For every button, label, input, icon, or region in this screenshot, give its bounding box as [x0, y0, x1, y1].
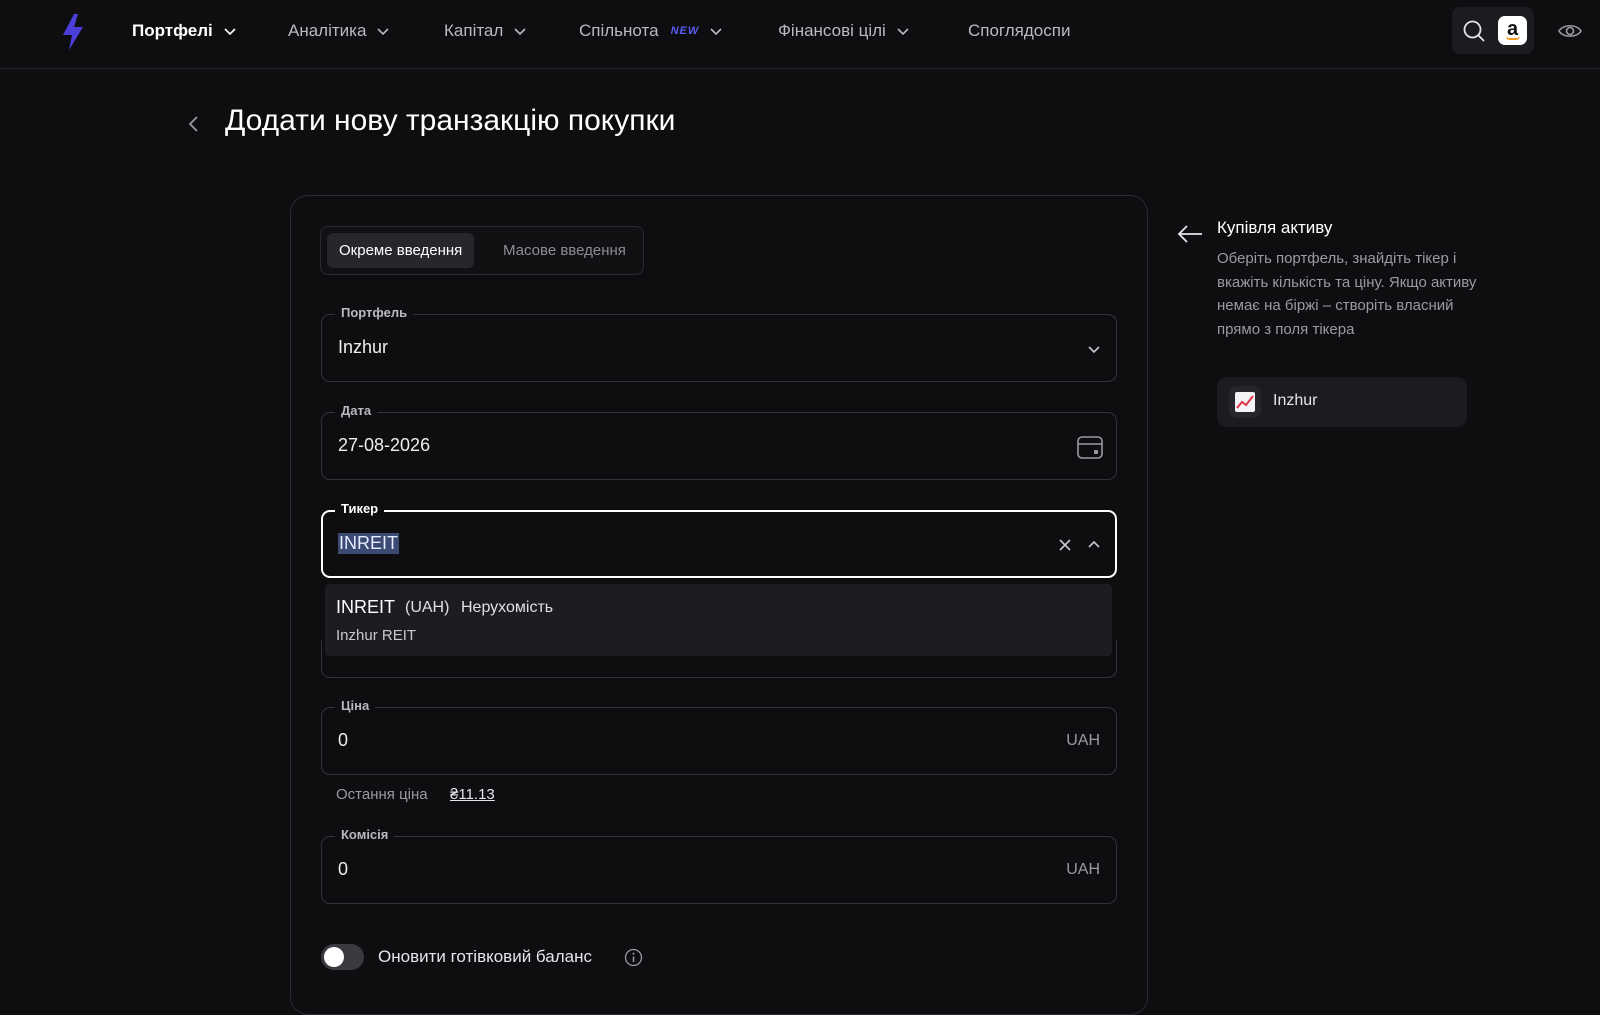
nav-label: Капітал — [444, 21, 504, 40]
ticker-label: Тикер — [335, 501, 385, 516]
date-field[interactable]: Дата 27-08-2026 — [321, 403, 1117, 480]
ticker-input[interactable]: Тикер INREIT — [321, 501, 1117, 578]
chevron-down-icon — [897, 28, 909, 36]
nav-item-watchlist[interactable]: Споглядоспи — [968, 20, 1093, 42]
nav-label: Фінансові цілі — [778, 21, 886, 40]
date-label: Дата — [335, 403, 378, 418]
price-label: Ціна — [335, 698, 376, 713]
hint-title: Купівля активу — [1217, 218, 1333, 237]
portfolio-value: Inzhur — [338, 337, 389, 357]
chevron-down-icon[interactable] — [1086, 341, 1102, 357]
chevron-down-icon — [224, 28, 236, 36]
ticker-value[interactable]: INREIT — [338, 533, 400, 554]
lightning-logo-icon[interactable] — [60, 13, 86, 51]
option-category: Нерухомість — [461, 599, 554, 616]
tab-bulk-entry[interactable]: Масове введення — [491, 233, 638, 268]
top-navigation: Портфелі Аналітика Капітал Спільнота NEW… — [0, 0, 1600, 69]
chevron-up-icon[interactable] — [1086, 537, 1102, 553]
commission-label: Комісія — [335, 827, 395, 842]
amazon-smile — [1506, 36, 1520, 40]
nav-label: Споглядоспи — [968, 21, 1071, 40]
arrow-left-icon — [1177, 225, 1202, 243]
hint-text: Оберіть портфель, знайдіть тікер і вкажі… — [1217, 250, 1477, 338]
price-field[interactable]: Ціна 0 UAH — [321, 698, 1117, 775]
commission-field[interactable]: Комісія 0 UAH — [321, 827, 1117, 904]
ticker-dropdown-option[interactable]: INREIT (UAH) Нерухомість Inzhur REIT — [325, 584, 1112, 656]
date-value: 27-08-2026 — [338, 435, 431, 455]
chart-up-icon — [1229, 386, 1261, 418]
option-name: Inzhur REIT — [336, 627, 417, 644]
new-badge: NEW — [670, 25, 700, 37]
last-price-label: Остання ціна — [336, 786, 428, 803]
eye-icon[interactable] — [1557, 19, 1583, 43]
calendar-icon[interactable] — [1076, 433, 1104, 461]
portfolio-chip[interactable]: Inzhur — [1217, 377, 1467, 427]
portfolio-chip-label: Inzhur — [1273, 392, 1318, 409]
last-price-link[interactable]: ₴11.13 — [450, 786, 495, 803]
clear-icon[interactable] — [1057, 537, 1073, 553]
nav-item-community[interactable]: Спільнота NEW — [579, 20, 723, 42]
price-currency: UAH — [1066, 732, 1100, 749]
page-title: Додати нову транзакцію покупки — [225, 104, 676, 137]
portfolio-label: Портфель — [335, 305, 414, 320]
nav-item-capital[interactable]: Капітал — [444, 20, 527, 42]
entry-mode-tabs: Окреме введення Масове введення — [320, 226, 644, 275]
chevron-down-icon — [710, 28, 722, 36]
back-chevron-icon[interactable] — [186, 112, 202, 136]
nav-label: Аналітика — [288, 21, 367, 40]
tab-single-entry[interactable]: Окреме введення — [327, 233, 475, 268]
update-cash-toggle[interactable] — [321, 944, 364, 970]
nav-label: Портфелі — [132, 21, 213, 40]
option-ticker: INREIT — [336, 597, 396, 617]
chevron-down-icon — [377, 28, 390, 36]
price-value[interactable]: 0 — [338, 730, 348, 751]
info-icon[interactable] — [624, 948, 643, 967]
search-icon[interactable] — [1462, 19, 1486, 43]
toggle-knob — [324, 947, 344, 967]
option-currency: (UAH) — [405, 599, 450, 616]
commission-value[interactable]: 0 — [338, 859, 348, 880]
portfolio-select[interactable]: Портфель Inzhur — [321, 305, 1117, 382]
commission-currency: UAH — [1066, 861, 1100, 878]
update-cash-label: Оновити готівковий баланс — [378, 947, 592, 966]
nav-item-portfolios[interactable]: Портфелі — [132, 20, 237, 42]
amazon-icon[interactable]: a — [1498, 16, 1527, 45]
chevron-down-icon — [514, 28, 526, 36]
nav-tools: a — [1452, 7, 1534, 54]
nav-item-financial-goals[interactable]: Фінансові цілі — [778, 20, 910, 42]
nav-label: Спільнота — [579, 21, 659, 40]
nav-item-analytics[interactable]: Аналітика — [288, 20, 390, 42]
